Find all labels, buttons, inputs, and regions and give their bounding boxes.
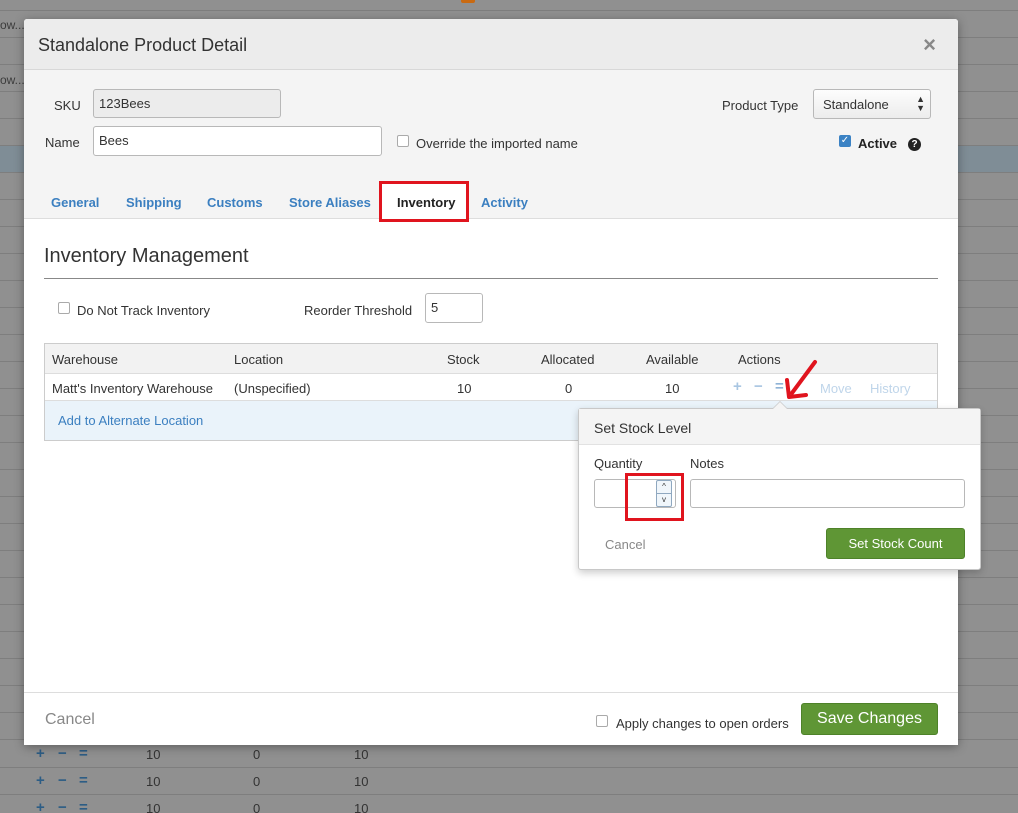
tab-customs[interactable]: Customs <box>207 195 263 210</box>
product-type-select[interactable]: Standalone ▲ ▼ <box>813 89 931 119</box>
product-detail-modal: Standalone Product Detail × SKU 123Bees … <box>24 19 981 745</box>
location-cell: (Unspecified) <box>234 381 311 396</box>
column-header-allocated: Allocated <box>541 352 595 367</box>
override-name-checkbox[interactable] <box>397 135 409 147</box>
background-allocated: 0 <box>253 801 261 813</box>
annotation-arrow-icon <box>785 360 817 399</box>
minus-icon: − <box>58 745 67 762</box>
set-stock-popover: Set Stock Level Quantity Notes ^ v Cance… <box>578 401 981 570</box>
warehouse-cell: Matt's Inventory Warehouse <box>52 381 213 396</box>
history-link[interactable]: History <box>870 381 910 396</box>
notes-label: Notes <box>690 456 724 471</box>
set-stock-count-button[interactable]: Set Stock Count <box>826 528 965 559</box>
plus-icon: + <box>36 799 45 813</box>
tab-general[interactable]: General <box>51 195 99 210</box>
do-not-track-checkbox[interactable] <box>58 302 70 314</box>
background-truncated-text: ow... <box>0 18 25 32</box>
column-header-actions: Actions <box>738 352 781 367</box>
background-truncated-text: ow... <box>0 73 25 87</box>
add-alternate-location-link[interactable]: Add to Alternate Location <box>58 413 203 428</box>
modal-footer: Cancel Apply changes to open orders Save… <box>24 692 958 745</box>
active-label: Active <box>858 136 898 151</box>
annotation-highlight-spinner <box>625 473 684 521</box>
equals-icon: = <box>79 799 88 813</box>
apply-open-orders-label: Apply changes to open orders <box>616 716 789 731</box>
background-row: + − = 10 0 10 <box>0 795 1018 813</box>
remove-stock-icon[interactable]: − <box>754 378 763 395</box>
popover-title: Set Stock Level <box>579 409 980 445</box>
background-stock: 10 <box>146 774 161 789</box>
tab-store-aliases[interactable]: Store Aliases <box>289 195 371 210</box>
background-stock: 10 <box>146 747 161 762</box>
divider <box>44 278 938 279</box>
stock-cell: 10 <box>457 381 472 396</box>
tab-shipping[interactable]: Shipping <box>126 195 182 210</box>
close-icon[interactable]: × <box>923 32 936 58</box>
background-available: 10 <box>354 747 369 762</box>
allocated-cell: 0 <box>565 381 573 396</box>
plus-icon: + <box>36 745 45 762</box>
product-type-label: Product Type <box>722 98 799 113</box>
equals-icon: = <box>79 745 88 762</box>
apply-open-orders-checkbox[interactable] <box>596 715 608 727</box>
background-available: 10 <box>354 774 369 789</box>
column-header-location: Location <box>234 352 284 367</box>
add-stock-icon[interactable]: + <box>733 378 742 395</box>
quantity-label: Quantity <box>594 456 643 471</box>
chevron-updown-icon: ▲ ▼ <box>916 94 925 113</box>
modal-header: Standalone Product Detail × <box>24 19 958 70</box>
cancel-button[interactable]: Cancel <box>45 711 95 729</box>
name-label: Name <box>45 135 80 150</box>
column-header-stock: Stock <box>447 352 480 367</box>
do-not-track-label: Do Not Track Inventory <box>77 303 210 318</box>
background-allocated: 0 <box>253 774 261 789</box>
minus-icon: − <box>58 799 67 813</box>
override-name-label: Override the imported name <box>416 136 578 151</box>
active-checkbox[interactable]: ✓ <box>839 135 851 147</box>
minus-icon: − <box>58 772 67 789</box>
plus-icon: + <box>36 772 45 789</box>
background-row: + − = 10 0 10 <box>0 741 1018 768</box>
sku-label: SKU <box>54 98 81 113</box>
popover-cancel-button[interactable]: Cancel <box>605 537 645 552</box>
equals-icon: = <box>79 772 88 789</box>
inventory-management-title: Inventory Management <box>44 245 249 267</box>
background-row: + − = 10 0 10 <box>0 768 1018 795</box>
background-stock: 10 <box>146 801 161 813</box>
product-type-value: Standalone <box>823 97 889 112</box>
name-field[interactable]: Bees <box>93 126 382 156</box>
available-cell: 10 <box>665 381 680 396</box>
reorder-threshold-label: Reorder Threshold <box>304 303 413 318</box>
column-header-available: Available <box>646 352 699 367</box>
sku-field: 123Bees <box>93 89 281 118</box>
modal-title: Standalone Product Detail <box>38 35 248 55</box>
column-header-warehouse: Warehouse <box>52 352 118 367</box>
reorder-threshold-field[interactable]: 5 <box>425 293 483 323</box>
tab-inventory[interactable]: Inventory <box>397 195 456 210</box>
move-link[interactable]: Move <box>820 381 852 396</box>
background-available: 10 <box>354 801 369 813</box>
notes-field[interactable] <box>690 479 965 508</box>
tab-activity[interactable]: Activity <box>481 195 528 210</box>
background-allocated: 0 <box>253 747 261 762</box>
save-changes-button[interactable]: Save Changes <box>801 703 938 735</box>
help-icon[interactable]: ? <box>908 138 921 151</box>
